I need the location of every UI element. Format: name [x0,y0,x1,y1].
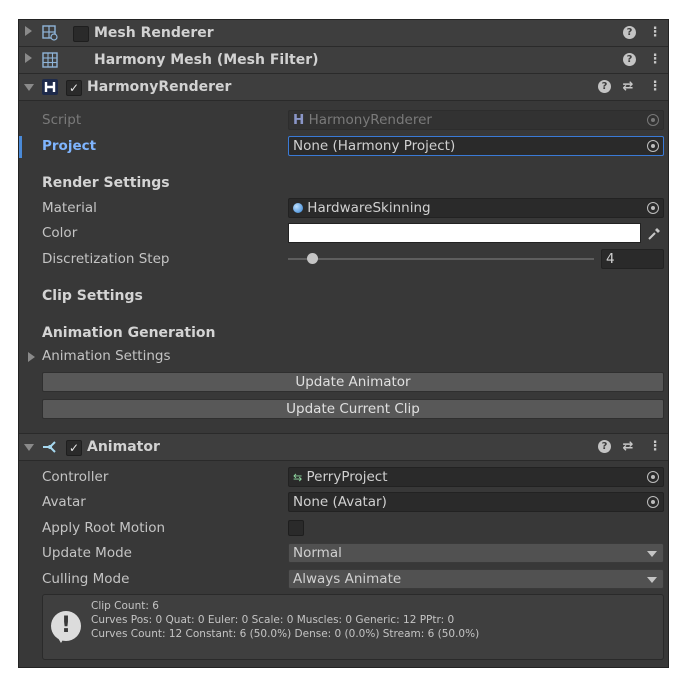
culling-mode-dropdown[interactable]: Always Animate [288,569,664,589]
animation-generation-heading: Animation Generation [42,325,216,341]
help-icon[interactable]: ? [623,26,636,39]
dropdown-arrow-icon [647,577,657,583]
discretization-label: Discretization Step [42,251,170,267]
update-mode-row: Update Mode Normal [19,542,668,566]
help-icon[interactable]: ? [623,53,636,66]
animator-enabled-checkbox[interactable]: ✓ [66,440,82,456]
mesh-filter-header[interactable]: Harmony Mesh (Mesh Filter) ? ⋮ [19,47,668,74]
material-value: HardwareSkinning [307,200,431,216]
root-motion-row: Apply Root Motion [19,517,668,541]
script-field: H HarmonyRenderer [288,110,664,130]
inspector-panel: Mesh Renderer ? ⋮ Harmony Mesh (Mesh Fil… [18,19,669,668]
material-row: Material HardwareSkinning [19,197,668,221]
avatar-value: None (Avatar) [293,494,387,510]
material-sphere-icon [293,203,303,213]
mesh-renderer-enabled-checkbox[interactable] [73,26,89,42]
update-mode-label: Update Mode [42,545,132,561]
selection-indicator [19,136,22,158]
update-mode-value: Normal [293,545,342,561]
component-menu-icon[interactable]: ⋮ [647,51,663,69]
root-motion-checkbox[interactable] [288,520,304,536]
info-curves-count: Curves Count: 12 Constant: 6 (50.0%) Den… [91,628,480,640]
foldout-arrow-icon[interactable] [25,26,32,36]
object-picker-icon[interactable] [647,202,659,214]
presets-icon[interactable]: ⇄ [620,78,636,96]
culling-mode-row: Culling Mode Always Animate [19,568,668,592]
eyedropper-icon[interactable] [646,226,662,242]
animation-settings-label[interactable]: Animation Settings [42,348,171,364]
controller-value: PerryProject [306,469,388,485]
render-settings-heading: Render Settings [42,175,170,191]
component-menu-icon[interactable]: ⋮ [647,24,663,42]
component-menu-icon[interactable]: ⋮ [647,438,663,456]
project-value: None (Harmony Project) [293,138,456,154]
object-picker-icon[interactable] [647,471,659,483]
culling-mode-label: Culling Mode [42,571,130,587]
script-label: Script [42,112,82,128]
discretization-value: 4 [606,251,615,267]
update-mode-dropdown[interactable]: Normal [288,543,664,563]
foldout-arrow-icon[interactable] [24,444,34,451]
animator-icon [43,441,56,453]
presets-icon[interactable]: ⇄ [620,438,636,456]
object-picker-icon[interactable] [647,140,659,152]
harmony-renderer-enabled-checkbox[interactable]: ✓ [66,80,82,96]
component-title: HarmonyRenderer [87,79,232,95]
object-picker-icon[interactable] [647,496,659,508]
slider-thumb[interactable] [306,253,318,264]
script-row: Script H HarmonyRenderer [19,109,668,133]
mesh-renderer-header[interactable]: Mesh Renderer ? ⋮ [19,20,668,47]
harmony-renderer-header[interactable]: ✓ HarmonyRenderer ? ⇄ ⋮ [19,74,668,101]
component-menu-icon[interactable]: ⋮ [647,78,663,96]
avatar-label: Avatar [42,494,86,510]
project-row: Project None (Harmony Project) [19,135,668,159]
animator-info-box: ! Clip Count: 6 Curves Pos: 0 Quat: 0 Eu… [42,594,664,660]
color-label: Color [42,225,78,241]
animator-controller-icon: ⇆ [293,471,303,484]
dropdown-arrow-icon [647,551,657,557]
discretization-value-field[interactable]: 4 [601,249,664,269]
color-swatch[interactable] [288,223,641,243]
component-title: Animator [87,439,160,455]
clip-settings-heading: Clip Settings [42,288,143,304]
avatar-row: Avatar None (Avatar) [19,491,668,515]
update-current-clip-button[interactable]: Update Current Clip [42,399,664,419]
controller-field[interactable]: ⇆ PerryProject [288,467,664,487]
update-animator-button[interactable]: Update Animator [42,372,664,392]
culling-mode-value: Always Animate [293,571,402,587]
help-icon[interactable]: ? [598,80,611,93]
animation-generation-heading-row: Animation Generation [19,322,668,346]
discretization-row: Discretization Step 4 [19,248,668,272]
project-label: Project [42,138,97,154]
info-clip-count: Clip Count: 6 [91,600,159,612]
object-picker-icon [647,114,659,126]
help-icon[interactable]: ? [598,440,611,453]
material-label: Material [42,200,97,216]
mesh-renderer-icon [42,25,58,41]
material-field[interactable]: HardwareSkinning [288,198,664,218]
animation-settings-foldout[interactable]: Animation Settings [19,345,668,369]
foldout-arrow-icon[interactable] [24,84,34,91]
foldout-arrow-icon[interactable] [28,352,35,362]
animator-header[interactable]: ✓ Animator ? ⇄ ⋮ [19,433,668,461]
harmony-logo-icon [42,79,58,95]
script-value: HarmonyRenderer [308,112,432,128]
render-settings-heading-row: Render Settings [19,172,668,196]
component-title: Mesh Renderer [94,25,214,41]
clip-settings-heading-row: Clip Settings [19,285,668,309]
foldout-arrow-icon[interactable] [25,53,32,63]
harmony-script-icon: H [293,112,305,128]
info-curves-pos: Curves Pos: 0 Quat: 0 Euler: 0 Scale: 0 … [91,614,455,626]
controller-row: Controller ⇆ PerryProject [19,466,668,490]
info-icon: ! [51,611,81,641]
component-title: Harmony Mesh (Mesh Filter) [94,52,319,68]
slider-track[interactable] [288,258,594,260]
color-row: Color [19,222,668,246]
avatar-field[interactable]: None (Avatar) [288,492,664,512]
root-motion-label: Apply Root Motion [42,520,166,536]
mesh-filter-icon [42,52,58,68]
project-field[interactable]: None (Harmony Project) [288,136,664,156]
controller-label: Controller [42,469,109,485]
